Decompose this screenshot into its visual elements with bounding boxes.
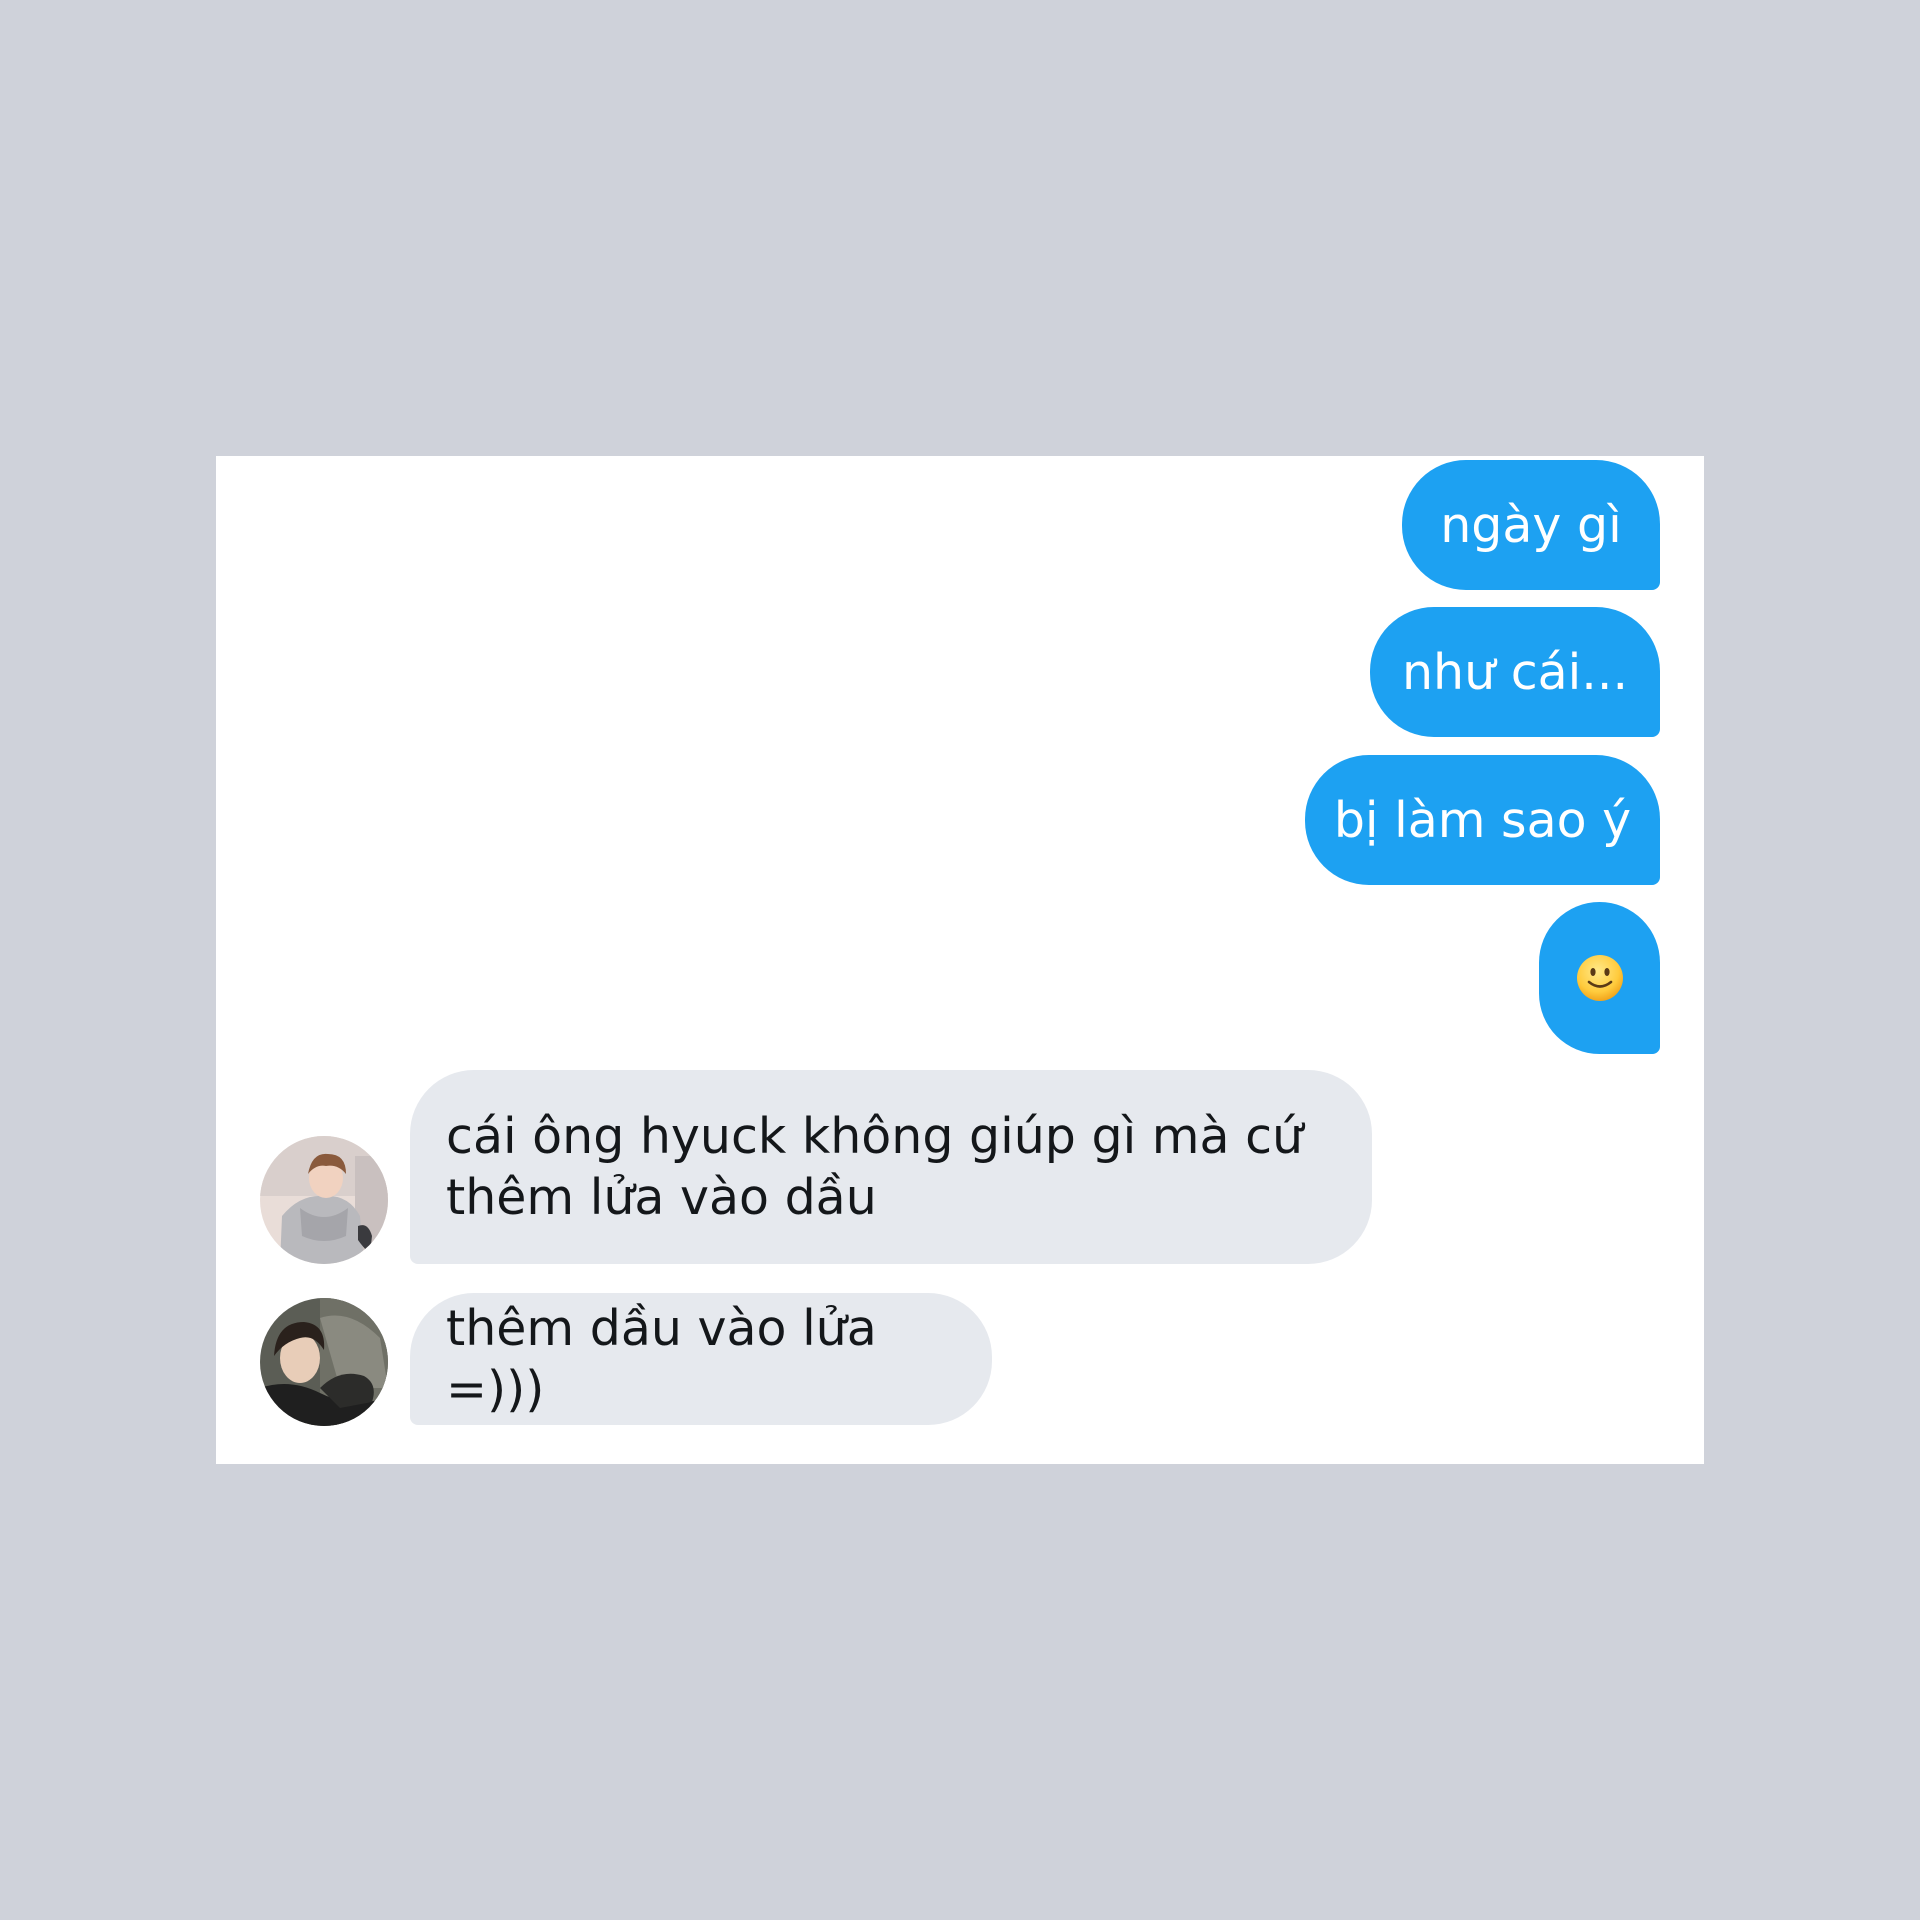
message-text: như cái...	[1401, 643, 1629, 701]
message-text: cái ông hyuck không giúp gì mà cứ thêm l…	[446, 1108, 1304, 1226]
received-message-bubble[interactable]: thêm dầu vào lửa =)))	[410, 1293, 992, 1425]
sent-message-bubble[interactable]: bị làm sao ý	[1305, 755, 1660, 885]
chat-panel: ngày gì như cái... bị làm sao ý cái ông …	[216, 456, 1704, 1464]
message-text: ngày gì	[1440, 496, 1622, 554]
avatar[interactable]	[260, 1136, 388, 1264]
avatar-photo-icon	[260, 1136, 388, 1264]
received-message-bubble[interactable]: cái ông hyuck không giúp gì mà cứ thêm l…	[410, 1070, 1372, 1264]
avatar[interactable]	[260, 1298, 388, 1426]
sent-message-bubble[interactable]: như cái...	[1370, 607, 1660, 737]
slightly-smiling-face-icon	[1576, 955, 1623, 1001]
message-text: thêm dầu vào lửa =)))	[446, 1300, 877, 1418]
sent-message-bubble[interactable]: ngày gì	[1402, 460, 1660, 590]
avatar-photo-icon	[260, 1298, 388, 1426]
message-text: bị làm sao ý	[1333, 791, 1632, 849]
sent-emoji-bubble[interactable]	[1539, 902, 1660, 1054]
